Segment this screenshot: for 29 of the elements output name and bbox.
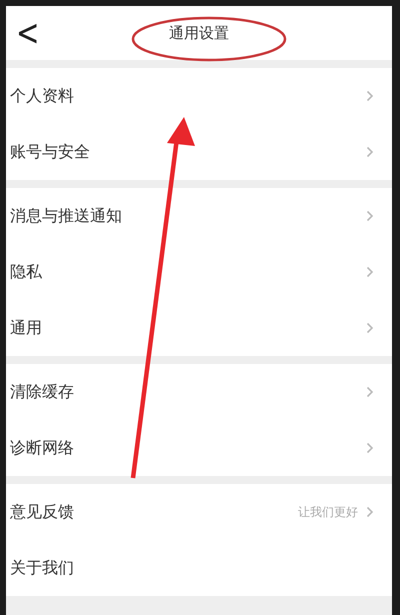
settings-row[interactable]: 个人资料: [6, 68, 392, 124]
row-label: 通用: [10, 318, 43, 338]
settings-row[interactable]: 诊断网络: [6, 420, 392, 476]
chevron-icon: [366, 146, 374, 158]
settings-row[interactable]: 账号与安全: [6, 124, 392, 180]
row-label: 意见反馈: [10, 502, 75, 522]
chevron-icon: [366, 322, 374, 334]
row-label: 隐私: [10, 262, 43, 282]
row-label: 诊断网络: [10, 438, 75, 458]
row-label: 关于我们: [10, 558, 75, 578]
row-hint: 让我们更好: [298, 504, 358, 520]
row-label: 清除缓存: [10, 382, 75, 402]
chevron-icon: [366, 506, 374, 518]
settings-row[interactable]: 意见反馈 让我们更好: [6, 484, 392, 540]
settings-row[interactable]: 关于我们: [6, 540, 392, 596]
chevron-icon: [366, 386, 374, 398]
row-label: 消息与推送通知: [10, 206, 123, 226]
chevron-icon: [366, 266, 374, 278]
page-title: 通用设置: [169, 24, 229, 42]
row-label: 个人资料: [10, 86, 75, 106]
back-button[interactable]: <: [10, 8, 46, 57]
chevron-icon: [366, 90, 374, 102]
settings-row[interactable]: 消息与推送通知: [6, 188, 392, 244]
settings-row[interactable]: 隐私: [6, 244, 392, 300]
row-label: 账号与安全: [10, 142, 91, 162]
chevron-icon: [366, 442, 374, 454]
chevron-icon: [366, 210, 374, 222]
settings-row[interactable]: 通用: [6, 300, 392, 356]
settings-row[interactable]: 清除缓存: [6, 364, 392, 420]
